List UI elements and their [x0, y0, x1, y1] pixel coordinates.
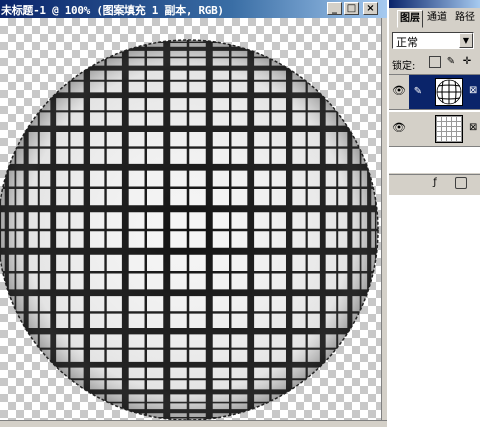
lock-paint-icon[interactable]: ✎	[445, 56, 457, 68]
palette-footer: ƒ	[389, 174, 480, 191]
lock-label: 锁定:	[392, 61, 416, 72]
paintbrush-icon: ✎	[413, 86, 423, 97]
maximize-button[interactable]: □	[344, 2, 359, 15]
lock-row: 锁定: ✎ ✛	[389, 54, 480, 72]
link-icon: ⊠	[469, 122, 478, 133]
layer-thumbnail	[435, 78, 463, 106]
document-titlebar[interactable]: 未标题-1 @ 100% (图案填充 1 副本, RGB) _ □ ×	[0, 0, 387, 18]
layer-thumbnail	[435, 115, 463, 143]
tab-paths[interactable]: 路径	[453, 10, 477, 26]
eye-icon[interactable]: 👁	[392, 122, 406, 134]
lock-move-icon[interactable]: ✛	[461, 56, 473, 68]
close-button[interactable]: ×	[363, 2, 378, 15]
workspace-background	[387, 195, 480, 427]
palette-titlebar[interactable]	[389, 0, 480, 8]
layers-palette: 图层 通道 路径 正常 ▼ 锁定: ✎ ✛ 👁 ✎ ⊠ 👁 ⊠ ƒ	[387, 0, 480, 195]
layers-list: 👁 ✎ ⊠ 👁 ⊠	[389, 74, 480, 173]
sphere-grid-image	[0, 39, 379, 420]
document-title: 未标题-1 @ 100% (图案填充 1 副本, RGB)	[1, 4, 224, 17]
eye-icon[interactable]: 👁	[392, 85, 406, 97]
blend-mode-select[interactable]: 正常 ▼	[392, 32, 474, 49]
mask-icon[interactable]	[455, 177, 467, 189]
lock-transparency-icon[interactable]	[429, 56, 441, 68]
blend-mode-row: 正常 ▼	[389, 30, 480, 52]
minimize-button[interactable]: _	[327, 2, 342, 15]
link-icon: ⊠	[469, 85, 478, 96]
canvas[interactable]	[0, 18, 381, 420]
blend-mode-value: 正常	[396, 36, 418, 49]
layer-row[interactable]: 👁 ⊠	[389, 112, 480, 147]
palette-tabs: 图层 通道 路径	[389, 8, 480, 28]
document-window: 未标题-1 @ 100% (图案填充 1 副本, RGB) _ □ ×	[0, 0, 387, 427]
layer-row[interactable]: 👁 ✎ ⊠	[389, 75, 480, 110]
layer-style-icon[interactable]: ƒ	[429, 177, 441, 189]
horizontal-scrollbar[interactable]	[0, 420, 387, 427]
chevron-down-icon[interactable]: ▼	[459, 33, 473, 48]
tab-layers[interactable]: 图层	[397, 10, 423, 28]
tab-channels[interactable]: 通道	[425, 10, 449, 26]
